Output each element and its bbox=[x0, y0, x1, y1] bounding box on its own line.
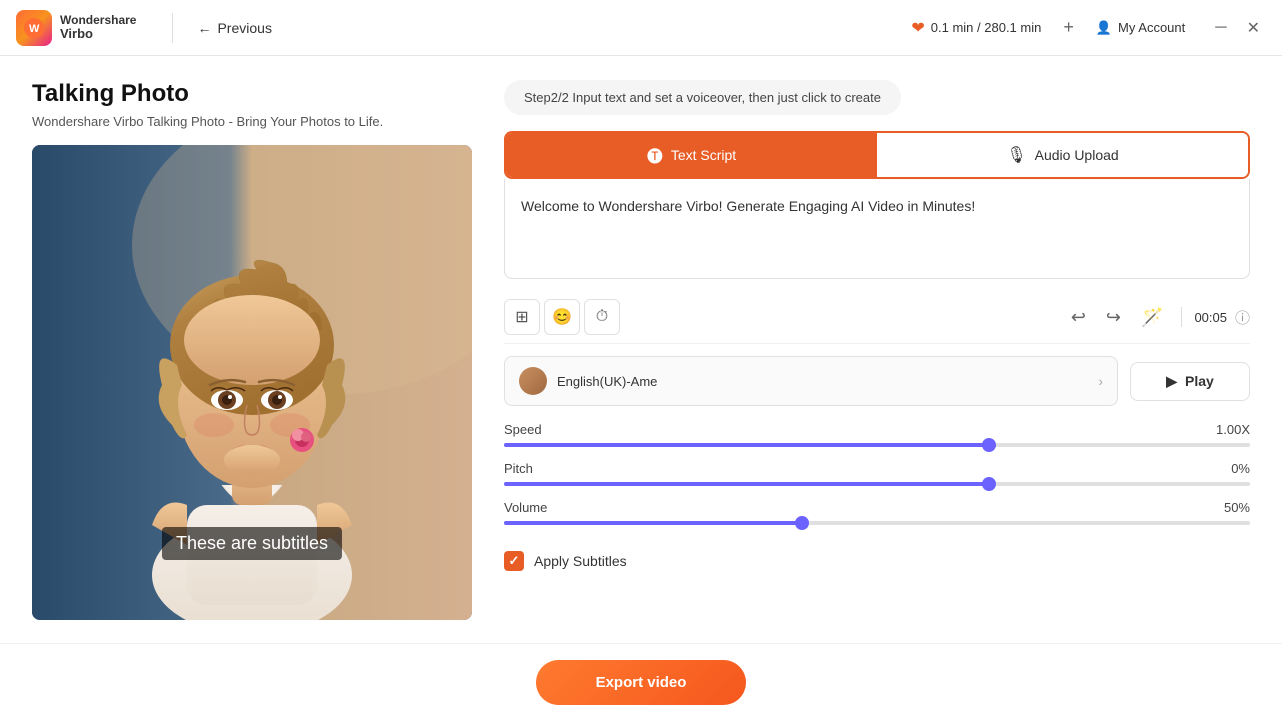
timer-display: 00:05 bbox=[1194, 310, 1227, 325]
export-video-button[interactable]: Export video bbox=[536, 660, 747, 705]
close-button[interactable]: ✕ bbox=[1241, 14, 1266, 42]
logo-area: W Wondershare Virbo bbox=[16, 10, 136, 46]
title-bar: W Wondershare Virbo ← Previous ❤ 0.1 min… bbox=[0, 0, 1282, 56]
tabs-container: 🅣 Text Script 🎙 Audio Upload bbox=[504, 131, 1250, 179]
volume-slider-row: Volume 50% bbox=[504, 500, 1250, 525]
left-panel: Talking Photo Wondershare Virbo Talking … bbox=[32, 80, 472, 643]
volume-slider-header: Volume 50% bbox=[504, 500, 1250, 515]
voice-name: English(UK)-Ame bbox=[557, 374, 1088, 389]
product-name: Virbo bbox=[60, 27, 136, 41]
microphone-icon: 🎙 bbox=[1006, 145, 1026, 165]
apply-subtitles-checkbox[interactable] bbox=[504, 551, 524, 571]
logo-text: Wondershare Virbo bbox=[60, 14, 136, 41]
speed-slider-row: Speed 1.00X bbox=[504, 422, 1250, 447]
voice-row: English(UK)-Ame › ▶ Play bbox=[504, 356, 1250, 406]
play-label: Play bbox=[1185, 373, 1214, 389]
emoji-button[interactable]: 😊 bbox=[544, 299, 580, 335]
account-label: My Account bbox=[1118, 20, 1185, 35]
page-subtitle: Wondershare Virbo Talking Photo - Bring … bbox=[32, 114, 472, 129]
back-arrow-icon: ← bbox=[197, 20, 211, 36]
audio-upload-label: Audio Upload bbox=[1035, 147, 1119, 163]
chevron-right-icon: › bbox=[1098, 373, 1103, 389]
speed-label: Speed bbox=[504, 422, 542, 437]
pitch-slider-row: Pitch 0% bbox=[504, 461, 1250, 486]
step-hint: Step2/2 Input text and set a voiceover, … bbox=[504, 80, 901, 115]
format-button[interactable]: ⊞ bbox=[504, 299, 540, 335]
audio-upload-tab[interactable]: 🎙 Audio Upload bbox=[877, 133, 1248, 177]
text-area-container[interactable]: Welcome to Wondershare Virbo! Generate E… bbox=[504, 179, 1250, 279]
text-script-icon: 🅣 bbox=[647, 143, 663, 167]
toolbar-right: ↩ ↪ 🪄 00:05 ⓘ bbox=[1065, 303, 1250, 332]
bottom-bar: Export video bbox=[0, 643, 1282, 721]
brand-name: Wondershare bbox=[60, 14, 136, 27]
help-icon[interactable]: ⓘ bbox=[1235, 307, 1250, 328]
credits-value: 0.1 min / 280.1 min bbox=[931, 20, 1042, 35]
speed-slider-thumb[interactable] bbox=[982, 438, 996, 452]
pitch-slider-track[interactable] bbox=[504, 482, 1250, 486]
volume-slider-thumb[interactable] bbox=[795, 516, 809, 530]
editor-toolbar: ⊞ 😊 ⏱ ↩ ↪ 🪄 00:05 ⓘ bbox=[504, 291, 1250, 344]
volume-slider-fill bbox=[504, 521, 802, 525]
account-button[interactable]: 👤 My Account bbox=[1096, 20, 1185, 36]
text-script-tab[interactable]: 🅣 Text Script bbox=[506, 133, 877, 177]
heart-icon: ❤ bbox=[911, 18, 924, 38]
speed-slider-track[interactable] bbox=[504, 443, 1250, 447]
play-button[interactable]: ▶ Play bbox=[1130, 362, 1250, 401]
title-divider bbox=[172, 13, 173, 43]
undo-button[interactable]: ↩ bbox=[1065, 303, 1092, 332]
speed-value: 1.00X bbox=[1216, 422, 1250, 437]
redo-button[interactable]: ↪ bbox=[1100, 303, 1127, 332]
main-content: Talking Photo Wondershare Virbo Talking … bbox=[0, 56, 1282, 721]
pitch-label: Pitch bbox=[504, 461, 533, 476]
voice-avatar bbox=[519, 367, 547, 395]
pitch-slider-thumb[interactable] bbox=[982, 477, 996, 491]
pitch-slider-header: Pitch 0% bbox=[504, 461, 1250, 476]
timer-button[interactable]: ⏱ bbox=[584, 299, 620, 335]
credits-display: ❤ 0.1 min / 280.1 min bbox=[911, 18, 1041, 38]
svg-text:W: W bbox=[29, 23, 40, 35]
speed-slider-fill bbox=[504, 443, 989, 447]
toolbar-separator bbox=[1181, 307, 1182, 327]
volume-value: 50% bbox=[1224, 500, 1250, 515]
volume-label: Volume bbox=[504, 500, 547, 515]
pitch-value: 0% bbox=[1231, 461, 1250, 476]
photo-container: These are subtitles bbox=[32, 145, 472, 620]
app-logo-icon: W bbox=[16, 10, 52, 46]
window-controls: ─ ✕ bbox=[1209, 14, 1266, 42]
volume-slider-track[interactable] bbox=[504, 521, 1250, 525]
play-icon: ▶ bbox=[1166, 373, 1177, 390]
speed-slider-header: Speed 1.00X bbox=[504, 422, 1250, 437]
page-title: Talking Photo bbox=[32, 80, 472, 108]
previous-button[interactable]: ← Previous bbox=[189, 16, 279, 40]
apply-subtitles-label: Apply Subtitles bbox=[534, 553, 627, 569]
apply-subtitles-row: Apply Subtitles bbox=[504, 539, 1250, 583]
content-area: Talking Photo Wondershare Virbo Talking … bbox=[0, 56, 1282, 643]
text-script-label: Text Script bbox=[671, 147, 736, 163]
minimize-button[interactable]: ─ bbox=[1209, 14, 1232, 42]
magic-button[interactable]: 🪄 bbox=[1135, 303, 1169, 332]
pitch-slider-fill bbox=[504, 482, 989, 486]
title-right: ❤ 0.1 min / 280.1 min + 👤 My Account ─ ✕ bbox=[911, 14, 1266, 42]
subtitle-overlay: These are subtitles bbox=[162, 527, 342, 560]
text-content[interactable]: Welcome to Wondershare Virbo! Generate E… bbox=[521, 195, 1233, 217]
add-credits-button[interactable]: + bbox=[1057, 15, 1080, 40]
right-panel: Step2/2 Input text and set a voiceover, … bbox=[504, 80, 1250, 643]
voice-selector[interactable]: English(UK)-Ame › bbox=[504, 356, 1118, 406]
account-icon: 👤 bbox=[1096, 20, 1112, 36]
previous-label: Previous bbox=[217, 20, 271, 36]
